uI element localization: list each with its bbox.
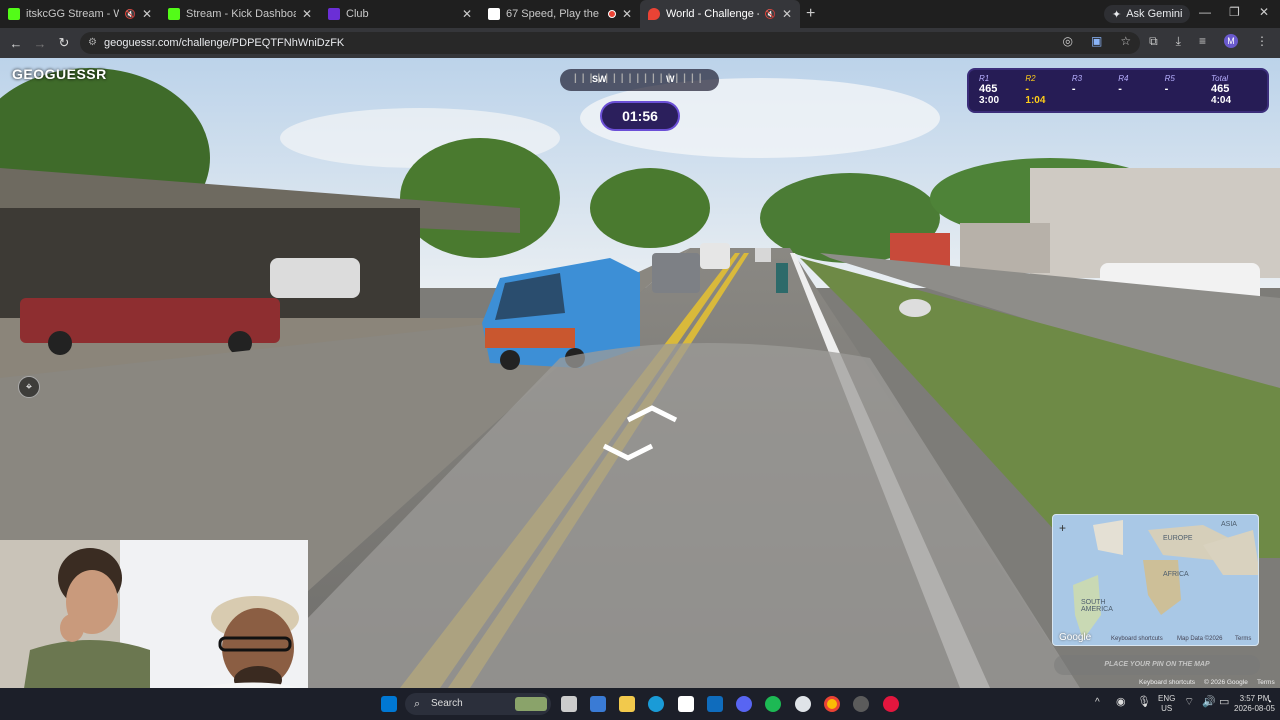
round-1-score: R1 465 3:00 [979,74,1000,106]
store-icon[interactable] [678,696,694,712]
back-icon[interactable]: ← [4,36,28,51]
tab-kick-stream[interactable]: itskcGG Stream - Watch Live 🔇 ✕ [0,0,160,28]
copyright-text: © 2026 Google [1204,679,1248,686]
terms-link[interactable]: Terms [1257,679,1275,686]
round-2-score: R2 - 1:04 [1025,74,1046,106]
round-5-score: R5 - [1164,74,1175,95]
edge-icon[interactable] [648,696,664,712]
spotify-icon[interactable] [765,696,781,712]
windows-taskbar: ⌕ Search ^ ◉ 🎙 ENG US ⌔ 🔊 ▭ 3:57 PM 2026… [0,688,1280,720]
round-3-score: R3 - [1071,74,1083,95]
microphone-icon[interactable]: 🎙 [1137,697,1151,708]
tab-kick-dashboard[interactable]: Stream - Kick Dashboard ✕ [160,0,320,28]
eye-off-icon[interactable]: ◎ [1063,34,1073,49]
place-pin-button[interactable]: PLACE YOUR PIN ON THE MAP [1054,655,1260,675]
zoom-in-button[interactable]: + [1059,521,1066,535]
profile-avatar[interactable]: M [1224,34,1238,48]
round-scoreboard: R1 465 3:00 R2 - 1:04 R3 - R4 - R5 - Tot… [967,68,1269,113]
map-data-attribution: Map Data ©2026 [1177,636,1223,642]
gemini-icon: ✦ [1112,8,1122,21]
close-tab-icon[interactable]: ✕ [622,7,632,21]
browser-tab-bar: itskcGG Stream - Watch Live 🔇 ✕ Stream -… [0,0,1280,28]
media-icon[interactable]: ≡ [1199,34,1206,49]
tray-app-icon[interactable]: ◉ [1116,697,1126,708]
discord-icon[interactable] [736,696,752,712]
return-to-start-icon[interactable]: ⌖ [18,376,40,398]
search-icon: ⌕ [414,698,421,710]
app-settings-icon[interactable] [853,696,869,712]
menu-icon[interactable]: ⋮ [1256,34,1268,49]
volume-icon[interactable]: 🔊 [1202,697,1216,708]
extension-active-icon[interactable]: ▣ [1091,34,1102,49]
record-app-icon[interactable] [883,696,899,712]
game-icon [488,8,500,20]
tab-geoguessr[interactable]: World - Challenge - GeoGu 🔇 ✕ [640,0,800,28]
geoguessr-logo[interactable]: GEOGUESSR [12,66,107,82]
chrome-icon[interactable] [824,696,840,712]
recording-icon [607,10,616,18]
reload-icon[interactable]: ↻ [52,35,76,51]
total-score: Total 465 4:04 [1211,74,1232,106]
close-window-button[interactable]: ✕ [1259,5,1269,19]
compass-ticks: ||||||||||||||||| [574,73,707,84]
close-tab-icon[interactable]: ✕ [302,7,312,21]
close-tab-icon[interactable]: ✕ [462,7,472,21]
keyboard-shortcuts-link[interactable]: Keyboard shortcuts [1139,679,1195,686]
kick-icon [8,8,20,20]
club-icon [328,8,340,20]
location-pin-icon [648,8,660,20]
tab-67-speed[interactable]: 67 Speed, Play the Viral 67 ✕ [480,0,640,28]
round-timer: 01:56 [600,101,680,131]
compass: SW W ||||||||||||||||| [560,69,719,91]
kick-icon [168,8,180,20]
ask-gemini-button[interactable]: ✦ Ask Gemini [1104,5,1191,23]
tab-club[interactable]: Club ✕ [320,0,480,28]
map-keyboard-shortcuts[interactable]: Keyboard shortcuts [1111,636,1163,642]
search-highlight-icon [515,697,547,711]
address-bar-row: ← → ↻ ⚙ geoguessr.com/challenge/PDPEQTFN… [0,28,1280,58]
muted-icon[interactable]: 🔇 [765,9,776,20]
url-field[interactable]: ⚙ geoguessr.com/challenge/PDPEQTFNhWniDz… [80,32,1140,54]
file-explorer-icon[interactable] [619,696,635,712]
wifi-icon[interactable]: ⌔ [1184,697,1194,708]
extensions-icon[interactable]: ⧉ [1149,34,1158,49]
battery-icon[interactable]: ▭ [1219,697,1229,708]
forward-icon[interactable]: → [28,36,52,51]
notification-icon[interactable]: ◔ [1266,698,1272,708]
close-tab-icon[interactable]: ✕ [142,7,152,21]
obs-icon[interactable] [795,696,811,712]
map-terms-link[interactable]: Terms [1235,636,1251,642]
close-tab-icon[interactable]: ✕ [782,7,792,21]
copilot-icon[interactable] [590,696,606,712]
show-hidden-icons[interactable]: ^ [1095,698,1100,708]
minimize-button[interactable]: — [1199,5,1211,19]
download-icon[interactable]: ⤓ [1176,34,1181,49]
mail-icon[interactable] [707,696,723,712]
google-logo: Google [1059,632,1092,643]
bookmark-star-icon[interactable]: ☆ [1120,34,1131,49]
site-info-icon[interactable]: ⚙ [88,37,97,48]
windows-start-icon[interactable] [381,696,397,712]
muted-icon[interactable]: 🔇 [125,9,136,20]
language-indicator[interactable]: ENG US [1158,694,1175,714]
guess-minimap[interactable]: + ASIA EUROPE AFRICA SOUTH AMERICA Googl… [1052,514,1259,646]
restore-button[interactable]: ❐ [1229,5,1240,19]
task-view-icon[interactable] [561,696,577,712]
new-tab-button[interactable]: + [806,5,815,23]
world-map-image [1073,520,1258,640]
round-4-score: R4 - [1118,74,1129,95]
